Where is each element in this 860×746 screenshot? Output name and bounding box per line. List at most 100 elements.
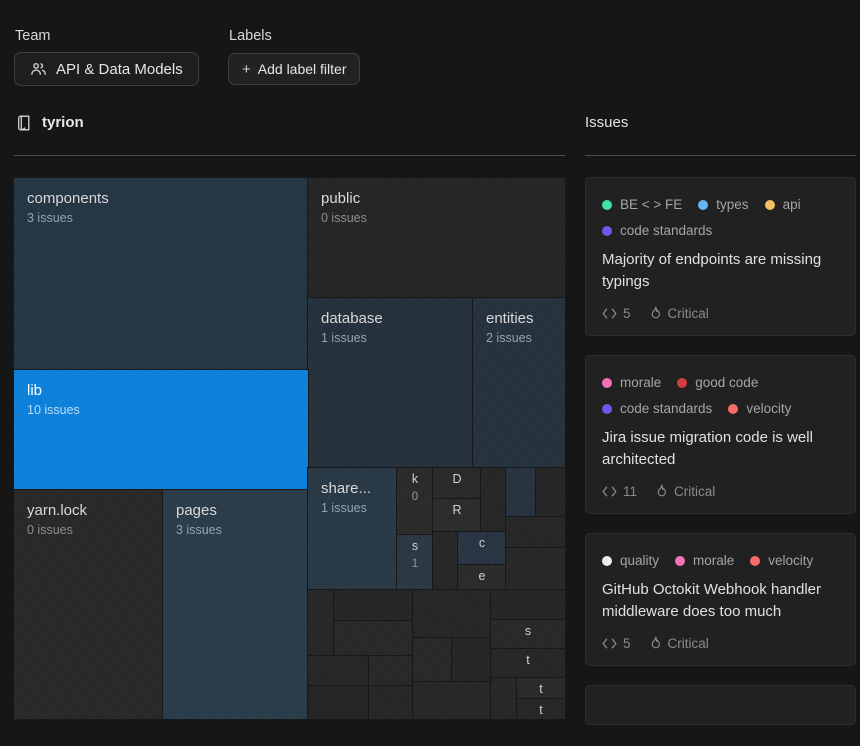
- treemap-cell-r[interactable]: R: [433, 499, 481, 532]
- treemap-cell[interactable]: [369, 656, 413, 686]
- priority-badge: Critical: [649, 636, 709, 651]
- treemap-cell[interactable]: [413, 638, 452, 682]
- treemap-cell-share[interactable]: share... 1 issues: [308, 468, 397, 590]
- treemap-cell[interactable]: [433, 532, 458, 590]
- issue-card[interactable]: quality morale velocity GitHub Octokit W…: [585, 533, 856, 667]
- team-filter-label: Team: [15, 28, 51, 44]
- treemap-cell-label: k: [411, 472, 419, 486]
- treemap-cell[interactable]: [413, 590, 491, 638]
- treemap-cell[interactable]: [308, 656, 369, 686]
- code-icon: [602, 638, 617, 649]
- priority-badge: Critical: [655, 484, 715, 499]
- label-name: api: [782, 197, 801, 212]
- treemap-cell-label: c: [478, 536, 486, 550]
- treemap-cell[interactable]: [481, 468, 506, 532]
- treemap-cell-k[interactable]: k0: [397, 468, 433, 535]
- issue-label[interactable]: velocity: [750, 553, 813, 568]
- treemap-cell-issue-count: 0: [411, 490, 419, 503]
- label-name: morale: [693, 553, 735, 569]
- treemap-cell-issue-count: 0 issues: [321, 211, 367, 225]
- treemap-cell[interactable]: [369, 686, 413, 719]
- treemap-cell-d[interactable]: D: [433, 468, 481, 499]
- treemap-cell-t[interactable]: t: [491, 649, 565, 678]
- treemap-cell-label: t: [539, 703, 543, 717]
- treemap-cell[interactable]: [506, 517, 565, 548]
- treemap-cell[interactable]: [536, 468, 565, 517]
- treemap-cell-label: s: [411, 539, 419, 553]
- label-name: BE < > FE: [620, 197, 683, 212]
- treemap-cell-label: pages: [176, 502, 217, 519]
- issue-card-partial[interactable]: [585, 685, 856, 726]
- add-label-filter-text: Add label filter: [257, 61, 347, 77]
- treemap-cell-label: e: [478, 569, 486, 583]
- plus-icon: +: [242, 60, 251, 78]
- treemap-cell-e[interactable]: e: [458, 565, 506, 590]
- code-icon: [602, 486, 617, 497]
- treemap-cell-public[interactable]: public 0 issues: [308, 178, 565, 298]
- treemap-cell-label: public: [321, 190, 361, 207]
- issue-label[interactable]: code standards: [602, 223, 712, 238]
- treemap-cell-t[interactable]: t: [517, 678, 565, 699]
- label-name: code standards: [620, 223, 713, 238]
- treemap-cell-entities[interactable]: entities 2 issues: [473, 298, 565, 468]
- label-dot: [677, 377, 688, 388]
- issue-label[interactable]: BE < > FE: [602, 197, 682, 212]
- people-icon: [30, 61, 47, 77]
- treemap-cell[interactable]: [334, 621, 413, 656]
- treemap-cell-label: components: [27, 190, 109, 207]
- treemap-cell-c[interactable]: c: [458, 532, 506, 565]
- issue-label[interactable]: morale: [602, 375, 661, 390]
- issue-label[interactable]: velocity: [728, 401, 791, 416]
- issue-label[interactable]: code standards: [602, 401, 712, 416]
- treemap-cell[interactable]: [506, 468, 536, 517]
- code-ref-count: 5: [602, 306, 631, 321]
- treemap-cell-issue-count: 2 issues: [486, 331, 532, 345]
- flame-icon: [655, 484, 668, 499]
- issue-label[interactable]: good code: [677, 375, 758, 390]
- issue-label[interactable]: types: [698, 197, 749, 212]
- code-ref-count: 5: [602, 636, 631, 651]
- treemap-cell-database[interactable]: database 1 issues: [308, 298, 473, 468]
- issue-card[interactable]: BE < > FE types api code standards Major…: [585, 177, 856, 337]
- issue-title: GitHub Octokit Webhook handler middlewar…: [602, 581, 822, 621]
- treemap-cell-yarn-lock[interactable]: yarn.lock 0 issues: [14, 490, 163, 719]
- label-dot: [602, 555, 612, 566]
- issue-label[interactable]: morale: [675, 553, 734, 568]
- issues-panel-title: Issues: [585, 114, 629, 131]
- treemap: components 3 issues public 0 issues database…: [14, 178, 565, 719]
- treemap-cell-label: share...: [321, 480, 372, 497]
- treemap-cell[interactable]: [413, 682, 491, 719]
- treemap-cell[interactable]: [308, 590, 334, 656]
- treemap-cell-pages[interactable]: pages 3 issues: [163, 490, 308, 719]
- treemap-cell-label: s: [524, 624, 532, 638]
- issue-title: Jira issue migration code is well archit…: [602, 429, 813, 469]
- issue-label[interactable]: api: [764, 197, 801, 212]
- treemap-cell[interactable]: [452, 638, 491, 682]
- repo-row[interactable]: tyrion: [16, 114, 84, 131]
- label-name: types: [716, 197, 749, 212]
- team-filter-button[interactable]: API & Data Models: [14, 52, 199, 86]
- label-name: quality: [620, 553, 660, 569]
- treemap-cell[interactable]: [334, 590, 413, 621]
- treemap-cell-t[interactable]: t: [517, 699, 565, 719]
- repo-icon: [16, 115, 32, 131]
- issue-label[interactable]: quality: [602, 553, 659, 568]
- treemap-cell-s[interactable]: s: [491, 620, 565, 649]
- treemap-cell[interactable]: [491, 590, 565, 620]
- treemap-cell-issue-count: 0 issues: [27, 523, 73, 537]
- treemap-cell-s[interactable]: s1: [397, 535, 433, 590]
- label-name: velocity: [746, 401, 792, 417]
- issue-card[interactable]: morale good code code standards velocity…: [585, 355, 856, 515]
- issue-title: Majority of endpoints are missing typing…: [602, 251, 822, 291]
- treemap-cell[interactable]: [506, 548, 565, 590]
- treemap-cell[interactable]: [491, 678, 517, 719]
- add-label-filter-button[interactable]: + Add label filter: [228, 53, 361, 85]
- label-dot: [602, 199, 612, 210]
- label-name: velocity: [768, 553, 814, 569]
- treemap-cell-components[interactable]: components 3 issues: [14, 178, 308, 370]
- treemap-cell-issue-count: 1 issues: [321, 331, 367, 345]
- treemap-cell-issue-count: 1: [411, 557, 419, 570]
- treemap-cell-label: t: [526, 653, 530, 667]
- treemap-cell[interactable]: [308, 686, 369, 719]
- treemap-cell-lib[interactable]: lib 10 issues: [14, 370, 308, 490]
